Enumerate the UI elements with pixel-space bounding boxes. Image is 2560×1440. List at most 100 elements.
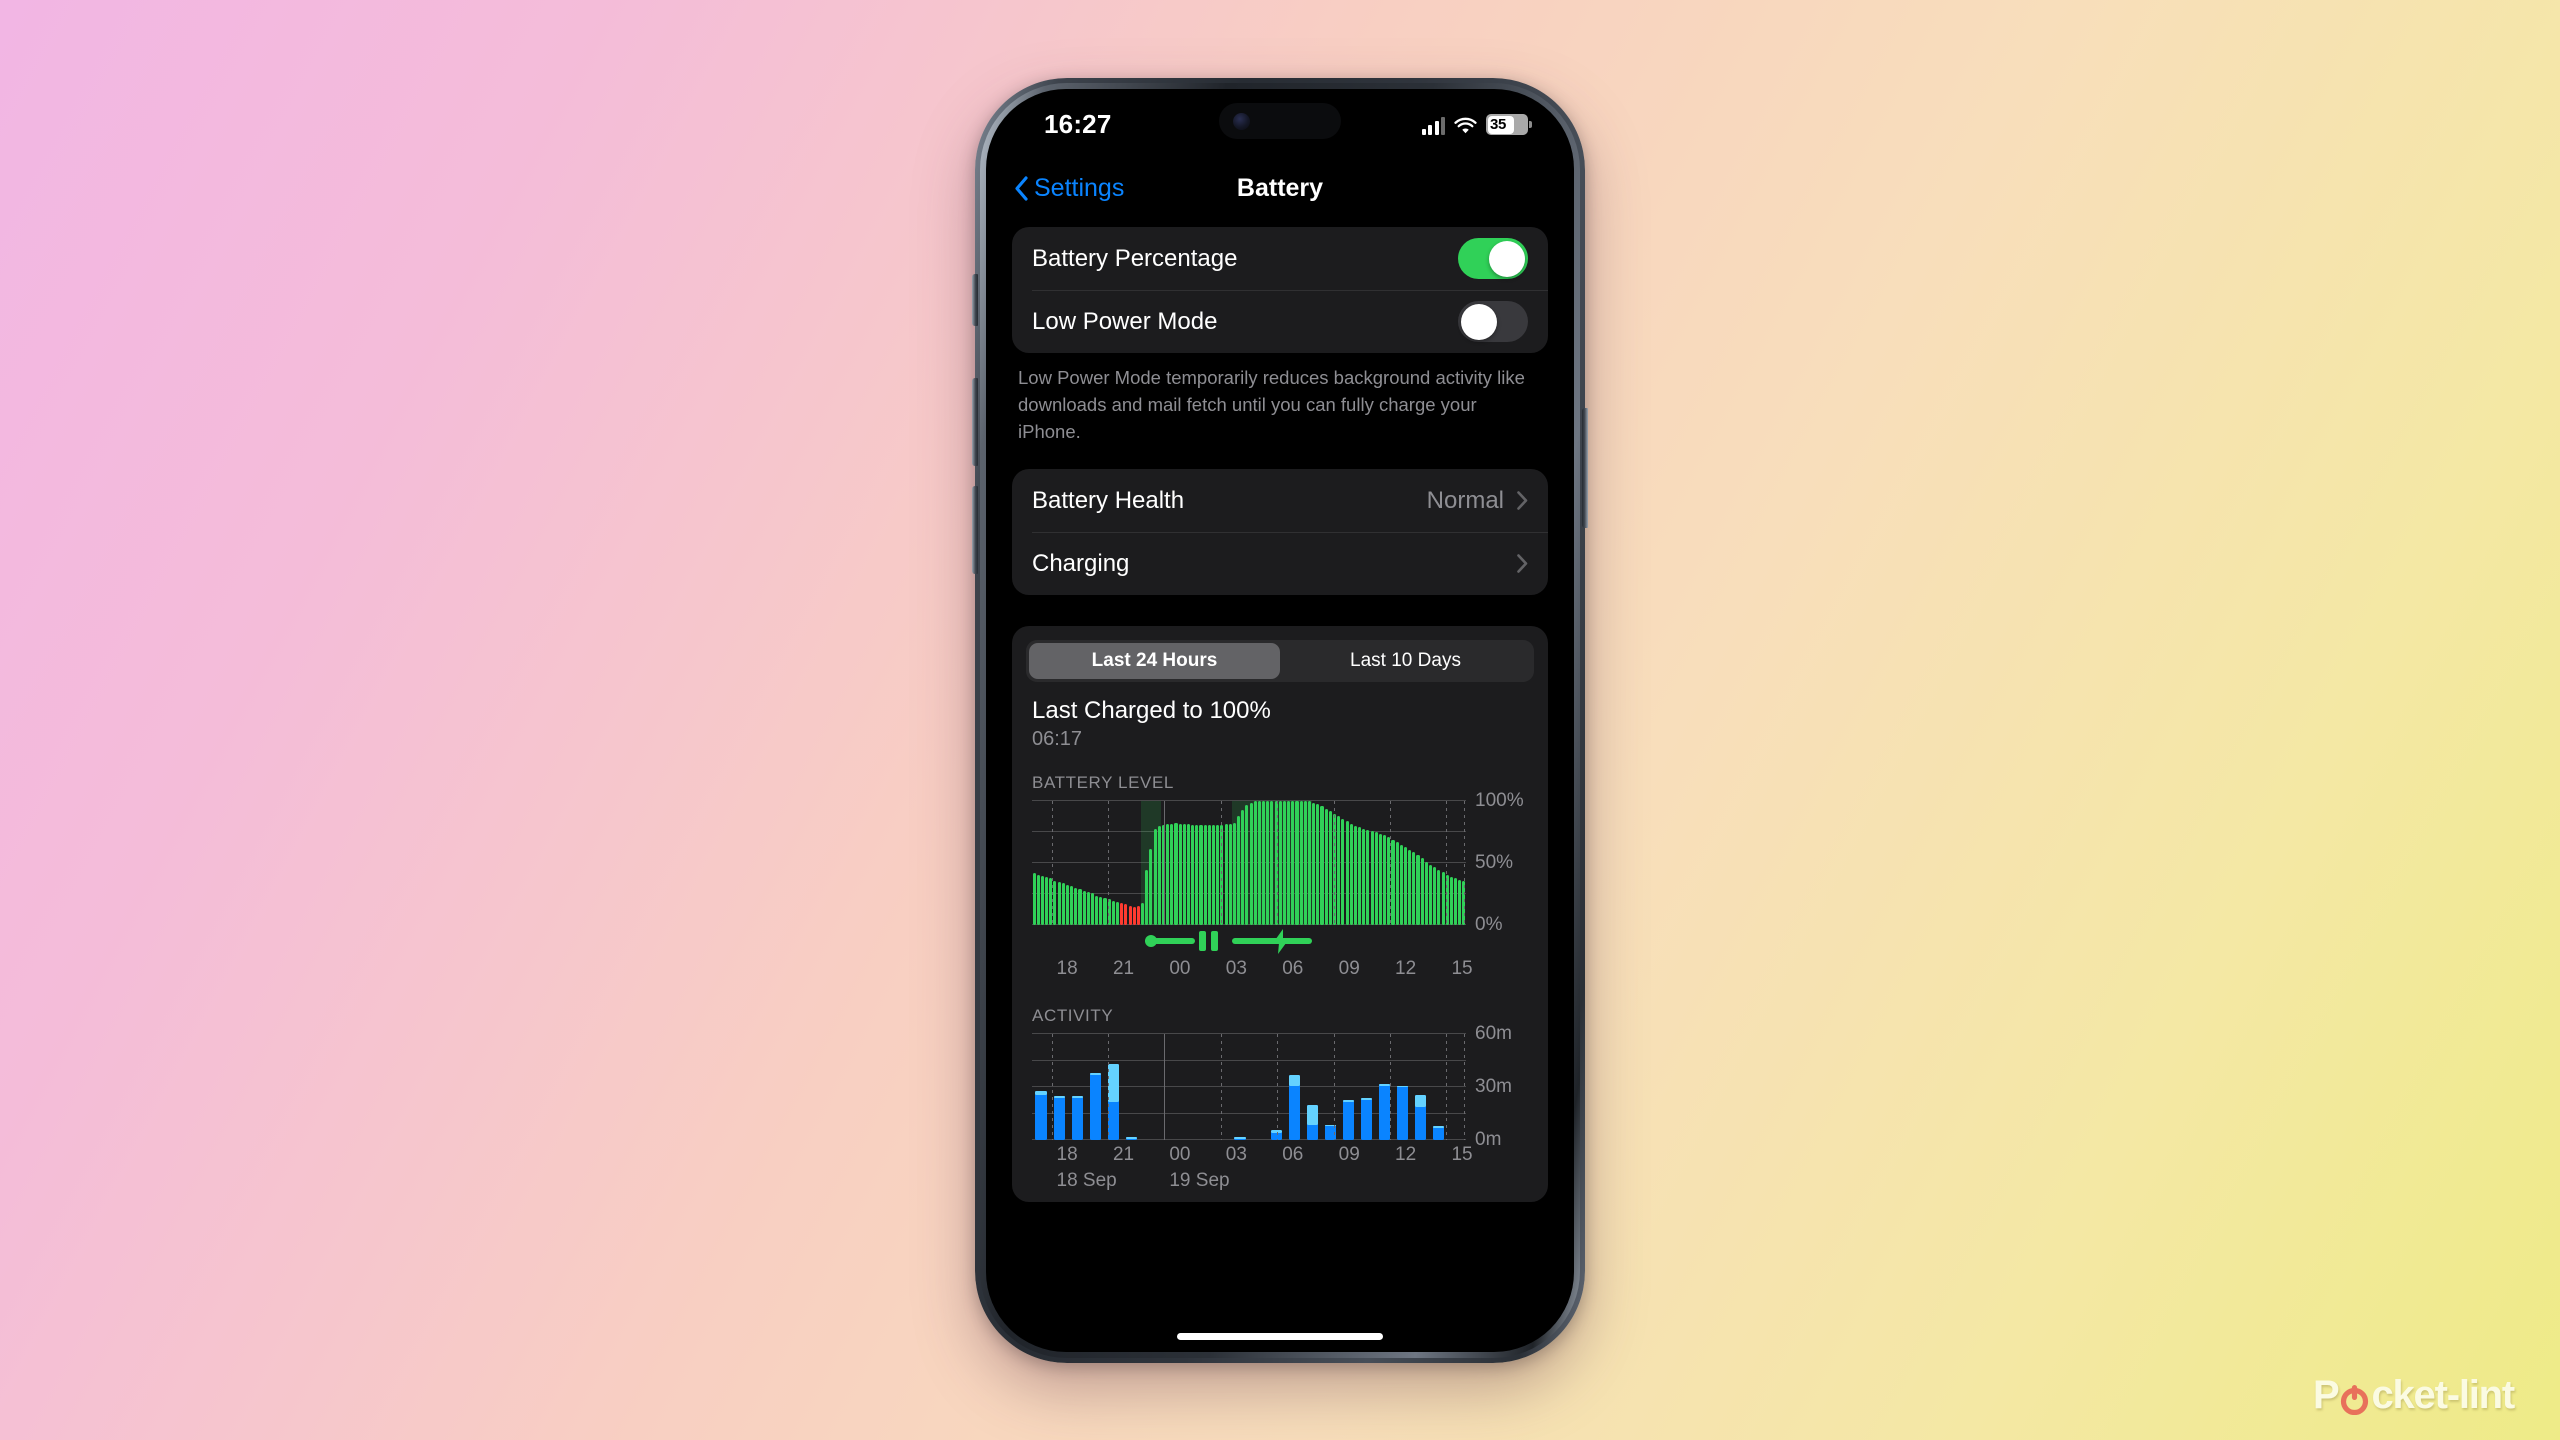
volume-up-button[interactable]: [972, 378, 978, 466]
battery-health-label: Battery Health: [1032, 486, 1185, 514]
low-power-mode-footnote: Low Power Mode temporarily reduces backg…: [1018, 367, 1525, 442]
row-battery-percentage[interactable]: Battery Percentage: [1012, 227, 1548, 290]
battery-level-bar: [1141, 903, 1145, 926]
battery-level-bar: [1099, 896, 1103, 926]
x-tick-label: 03: [1225, 1144, 1247, 1166]
battery-level-bar: [1395, 842, 1399, 926]
front-camera-icon: [1233, 113, 1250, 130]
activity-bar-screen-off: [1397, 1085, 1409, 1088]
battery-level-bar: [1424, 862, 1428, 926]
last-charged-block: Last Charged to 100% 06:17: [1012, 682, 1548, 751]
activity-date-axis: 18 Sep 19 Sep: [1032, 1170, 1466, 1196]
activity-bar-screen-off: [1342, 1099, 1355, 1102]
battery-level-bar: [1370, 831, 1374, 926]
gridline-v: [1051, 1034, 1053, 1141]
battery-level-bar: [1232, 822, 1236, 926]
battery-level-bar: [1333, 813, 1337, 926]
date-label: 19 Sep: [1169, 1170, 1230, 1192]
battery-usage-card: Last 24 Hours Last 10 Days Last Charged …: [1012, 626, 1548, 1203]
x-tick-label: 12: [1395, 1144, 1417, 1166]
activity-y-axis: 60m 30m 0m: [1466, 1023, 1528, 1150]
row-battery-health[interactable]: Battery Health Normal: [1012, 469, 1548, 532]
row-charging[interactable]: Charging: [1012, 532, 1548, 595]
gridline-v: [1164, 1034, 1166, 1141]
battery-level-bar: [1078, 889, 1082, 926]
battery-level-bar: [1353, 826, 1357, 926]
battery-level-bar: [1220, 825, 1224, 926]
y-tick-label: 50%: [1475, 852, 1514, 874]
battery-level-bar: [1116, 901, 1120, 926]
battery-level-y-axis: 100% 50% 0%: [1466, 790, 1528, 935]
activity-bar-screen-off: [1288, 1075, 1300, 1086]
battery-level-bar: [1103, 898, 1107, 926]
battery-level-bar: [1086, 891, 1090, 926]
activity-bar: [1360, 1098, 1373, 1141]
x-tick-label: 18: [1056, 958, 1078, 980]
battery-level-bar: [1337, 816, 1341, 926]
activity-heading: ACTIVITY: [1032, 1006, 1114, 1026]
battery-level-bar: [1458, 879, 1462, 926]
battery-level-heading: BATTERY LEVEL: [1032, 773, 1174, 793]
x-tick-label: 03: [1225, 958, 1247, 980]
activity-bar: [1071, 1096, 1083, 1141]
gridline-v: [1446, 1034, 1448, 1141]
status-bar: 16:27 35: [986, 89, 1574, 159]
battery-level-bar: [1399, 844, 1403, 926]
x-tick-label: 21: [1112, 958, 1135, 980]
segment-last-24-hours[interactable]: Last 24 Hours: [1029, 643, 1280, 680]
cellular-signal-icon: [1421, 117, 1445, 135]
charging-status-strip: [1032, 928, 1466, 955]
battery-level-bar: [1090, 893, 1095, 926]
battery-level-bar: [1157, 826, 1161, 926]
battery-percentage-toggle[interactable]: [1458, 238, 1528, 279]
x-tick-label: 12: [1395, 958, 1417, 980]
battery-percent-label: 35: [1490, 116, 1507, 133]
activity-bar: [1035, 1090, 1047, 1141]
activity-chart: 60m 30m 0m 18 21 00 03 06 09 12 15 18 Sep 19 Sep: [1012, 1023, 1548, 1196]
back-to-settings-button[interactable]: Settings: [1014, 159, 1124, 217]
battery-level-bar: [1287, 801, 1291, 926]
battery-level-bar: [1266, 801, 1270, 926]
activity-bar-screen-off: [1360, 1098, 1373, 1100]
y-tick-label: 60m: [1475, 1023, 1512, 1045]
segment-last-10-days[interactable]: Last 10 Days: [1280, 643, 1531, 679]
time-range-segmented-control[interactable]: Last 24 Hours Last 10 Days: [1026, 640, 1534, 683]
row-low-power-mode[interactable]: Low Power Mode: [1012, 290, 1548, 353]
x-tick-label: 06: [1282, 958, 1304, 980]
activity-bar: [1288, 1075, 1300, 1141]
battery-level-bar: [1040, 875, 1044, 926]
activity-bar-screen-off: [1234, 1136, 1246, 1139]
battery-level-bar: [1036, 874, 1040, 926]
battery-icon: 35: [1486, 114, 1532, 135]
battery-level-bar: [1045, 877, 1049, 926]
battery-level-x-axis: 18 21 00 03 06 09 12 15: [1032, 954, 1473, 984]
gridline-v: [1277, 1034, 1279, 1141]
low-power-mode-toggle[interactable]: [1458, 301, 1528, 342]
battery-level-bar: [1245, 805, 1249, 926]
activity-bar-screen-off: [1125, 1136, 1138, 1139]
battery-level-bar: [1191, 825, 1195, 926]
watermark-text-before: P: [2312, 1373, 2340, 1417]
gridline-v: [1390, 1034, 1392, 1141]
battery-level-bar: [1074, 888, 1078, 926]
battery-level-bar: [1403, 847, 1408, 926]
activity-bar: [1107, 1064, 1119, 1141]
battery-level-bar: [1349, 823, 1353, 926]
activity-plot: [1032, 1033, 1466, 1141]
battery-level-bar: [1082, 890, 1086, 926]
battery-level-bar: [1307, 801, 1312, 926]
battery-level-bar: [1462, 880, 1466, 926]
activity-bar-screen-off: [1071, 1096, 1083, 1099]
battery-level-bar: [1170, 823, 1174, 926]
battery-level-bar: [1065, 884, 1069, 926]
battery-level-bar: [1316, 803, 1320, 926]
battery-level-bar: [1224, 823, 1228, 926]
activity-bar-screen-off: [1379, 1083, 1391, 1086]
back-label: Settings: [1034, 173, 1125, 202]
home-indicator[interactable]: [1177, 1333, 1383, 1340]
chevron-left-icon: [1015, 175, 1028, 201]
power-button[interactable]: [1582, 408, 1588, 528]
battery-level-bar: [1237, 816, 1241, 926]
volume-down-button[interactable]: [972, 486, 978, 574]
action-button[interactable]: [972, 274, 978, 326]
